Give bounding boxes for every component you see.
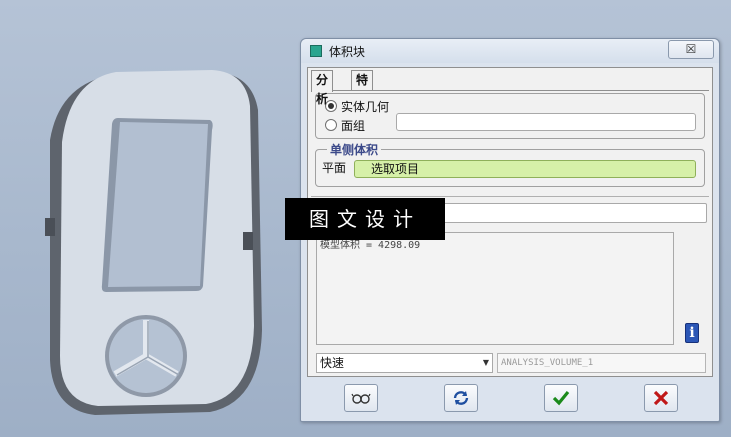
- mode-select-value: 快速: [320, 356, 345, 370]
- chevron-down-icon: ▼: [482, 358, 489, 367]
- analysis-name-field[interactable]: ANALYSIS_VOLUME_1: [497, 353, 706, 373]
- checkmark-icon: [552, 390, 570, 406]
- 3d-model-viewport[interactable]: [0, 0, 300, 437]
- quilt-input[interactable]: [396, 113, 696, 131]
- plane-collector[interactable]: 选取项目: [354, 160, 696, 178]
- repeat-button[interactable]: [444, 384, 478, 412]
- dialog-titlebar[interactable]: 体积块 ☒: [301, 39, 719, 63]
- mode-select[interactable]: 快速 ▼: [316, 353, 493, 373]
- repeat-icon: [453, 391, 469, 405]
- reference-field[interactable]: [441, 203, 707, 223]
- radio-quilt-label: 面组: [341, 119, 366, 133]
- watermark: 图文设计: [285, 198, 445, 240]
- one-sided-volume-legend: 单侧体积: [327, 141, 382, 158]
- radio-solid-label: 实体几何: [341, 100, 390, 114]
- cancel-button[interactable]: [644, 384, 678, 412]
- radio-quilt[interactable]: 面组: [325, 117, 365, 134]
- preview-button[interactable]: [344, 384, 378, 412]
- glasses-icon: [351, 393, 371, 404]
- close-icon: ☒: [685, 42, 697, 56]
- tab-analysis[interactable]: 分析: [311, 70, 334, 106]
- dialog-icon: [310, 45, 322, 57]
- plane-label: 平面: [322, 161, 347, 175]
- dialog-title: 体积块: [329, 45, 366, 59]
- radio-button[interactable]: [325, 119, 337, 131]
- info-icon[interactable]: i: [685, 323, 699, 343]
- result-area: 模型体积 = 4298.09: [316, 232, 674, 345]
- close-button[interactable]: ☒: [668, 40, 714, 59]
- divider: [311, 196, 709, 197]
- cross-icon: [653, 390, 669, 406]
- ok-button[interactable]: [544, 384, 578, 412]
- radio-solid-geometry[interactable]: 实体几何: [325, 98, 389, 115]
- tab-feature[interactable]: 特征: [351, 70, 374, 106]
